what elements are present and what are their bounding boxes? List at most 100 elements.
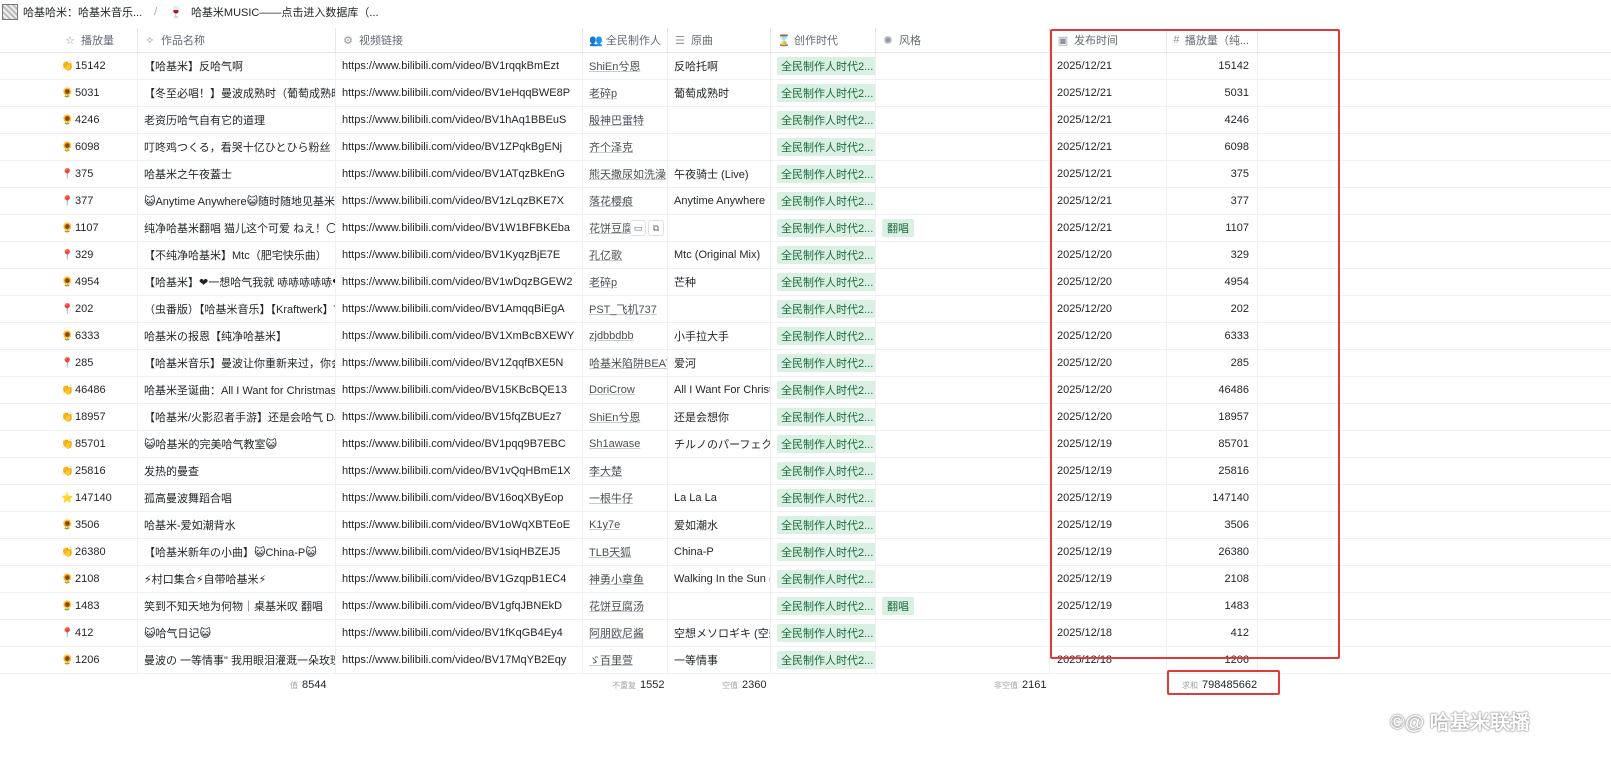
- table-row[interactable]: 👏 15142 【哈基米】反哈气啊 https://www.bilibili.com/…: [0, 53, 1611, 80]
- cell-title[interactable]: 【哈基米音乐】曼波让你重新来过，你会不: [138, 350, 336, 376]
- cell-link[interactable]: https://www.bilibili.com/video/BV1eHqqBW…: [336, 80, 583, 106]
- cell-author[interactable]: 老碎p: [583, 269, 668, 295]
- cell-views[interactable]: 375: [1167, 161, 1258, 187]
- cell-title[interactable]: 【哈基米/火影忍者手游】还是会哈气 DJ版: [138, 404, 336, 430]
- cell-title[interactable]: 😺哈气日记😺: [138, 620, 336, 646]
- column-header-date[interactable]: ▣ 发布时间: [1051, 28, 1167, 52]
- column-header-views[interactable]: # 播放量（纯...: [1167, 28, 1258, 52]
- cell-views[interactable]: 412: [1167, 620, 1258, 646]
- cell-plays[interactable]: 👏 18957: [58, 404, 138, 430]
- cell-date[interactable]: 2025/12/20: [1051, 377, 1167, 403]
- breadcrumb-base[interactable]: 哈基哈米：哈基米音乐...: [23, 4, 142, 20]
- cell-views[interactable]: 18957: [1167, 404, 1258, 430]
- cell-original[interactable]: 反哈托啊: [668, 53, 771, 79]
- table-row[interactable]: 📍 202 （虫番版）【哈基米音乐】【Kraftwerk】T https://www.…: [0, 296, 1611, 323]
- cell-date[interactable]: 2025/12/21: [1051, 107, 1167, 133]
- cell-style[interactable]: [876, 431, 1050, 457]
- cell-author[interactable]: ShiEn兮恩: [583, 53, 668, 79]
- cell-plays[interactable]: 🌻 1206: [58, 647, 138, 673]
- cell-style[interactable]: [876, 296, 1050, 322]
- cell-views[interactable]: 25816: [1167, 458, 1258, 484]
- cell-title[interactable]: 😺哈基米的完美哈气教室😺: [138, 431, 336, 457]
- cell-style[interactable]: [876, 620, 1050, 646]
- cell-views[interactable]: 202: [1167, 296, 1258, 322]
- table-row[interactable]: 👏 18957 【哈基米/火影忍者手游】还是会哈气 DJ版 https://www.b…: [0, 404, 1611, 431]
- cell-link[interactable]: https://www.bilibili.com/video/BV1gfqJBN…: [336, 593, 583, 619]
- cell-link[interactable]: https://www.bilibili.com/video/BV1W1BFBK…: [336, 215, 583, 241]
- cell-link[interactable]: https://www.bilibili.com/video/BV1ZPqkBg…: [336, 134, 583, 160]
- cell-date[interactable]: 2025/12/21: [1051, 53, 1167, 79]
- cell-author[interactable]: 阿朋欧尼酱: [583, 620, 668, 646]
- cell-title[interactable]: ⚡村口集合⚡自带哈基米⚡: [138, 566, 336, 592]
- cell-style[interactable]: [876, 350, 1050, 376]
- column-header-plays[interactable]: ☆ 播放量: [58, 28, 138, 52]
- cell-original[interactable]: All I Want For Christm: [668, 377, 771, 403]
- cell-author[interactable]: TLB天狐: [583, 539, 668, 565]
- cell-plays[interactable]: 🌻 1107: [58, 215, 138, 241]
- column-header-link[interactable]: ⚙ 视频链接: [336, 28, 583, 52]
- cell-plays[interactable]: 🌻 1483: [58, 593, 138, 619]
- cell-plays[interactable]: 👏 26380: [58, 539, 138, 565]
- cell-plays[interactable]: 🌻 4246: [58, 107, 138, 133]
- cell-title[interactable]: 哈基米の报恩【纯净哈基米】: [138, 323, 336, 349]
- table-row[interactable]: 📍 375 哈基米之午夜蓋士 https://www.bilibili.com/vid…: [0, 161, 1611, 188]
- cell-plays[interactable]: 🌻 6098: [58, 134, 138, 160]
- cell-original[interactable]: [668, 593, 771, 619]
- cell-date[interactable]: 2025/12/20: [1051, 350, 1167, 376]
- column-header-style[interactable]: ✺ 风格: [876, 28, 1050, 52]
- cell-link[interactable]: https://www.bilibili.com/video/BV1KyqzBj…: [336, 242, 583, 268]
- comment-icon[interactable]: ▭: [630, 220, 646, 236]
- cell-link[interactable]: https://www.bilibili.com/video/BV1wDqzBG…: [336, 269, 583, 295]
- table-row[interactable]: 📍 329 【不纯净哈基米】Mtc（肥宅快乐曲） https://www.bilibi…: [0, 242, 1611, 269]
- table-row[interactable]: ⭐ 147140 孤高曼波舞蹈合唱 https://www.bilibili.com/…: [0, 485, 1611, 512]
- cell-author[interactable]: ShiEn兮恩: [583, 404, 668, 430]
- cell-era[interactable]: 全民制作人时代2...: [771, 296, 876, 322]
- cell-author[interactable]: 老碎p: [583, 80, 668, 106]
- cell-era[interactable]: 全民制作人时代2...: [771, 404, 876, 430]
- cell-date[interactable]: 2025/12/19: [1051, 458, 1167, 484]
- cell-era[interactable]: 全民制作人时代2...: [771, 539, 876, 565]
- cell-author[interactable]: DoriCrow: [583, 377, 668, 403]
- cell-author[interactable]: 一根牛仔: [583, 485, 668, 511]
- table-row[interactable]: 🌻 3506 哈基米-爱如潮背水 https://www.bilibili.com/v…: [0, 512, 1611, 539]
- cell-original[interactable]: 还是会想你: [668, 404, 771, 430]
- cell-plays[interactable]: 📍 377: [58, 188, 138, 214]
- cell-views[interactable]: 3506: [1167, 512, 1258, 538]
- cell-author[interactable]: 熊天撒尿如洗澡: [583, 161, 668, 187]
- cell-views[interactable]: 4246: [1167, 107, 1258, 133]
- cell-title[interactable]: 纯净哈基米翻唱 猫儿这个可爱 ねえ！〇〇ね: [138, 215, 336, 241]
- breadcrumb-table[interactable]: 哈基米MUSIC——点击进入数据库（...: [191, 4, 379, 20]
- cell-era[interactable]: 全民制作人时代2...: [771, 323, 876, 349]
- cell-era[interactable]: 全民制作人时代2...: [771, 566, 876, 592]
- cell-link[interactable]: https://www.bilibili.com/video/BV17MqYB2…: [336, 647, 583, 673]
- cell-date[interactable]: 2025/12/20: [1051, 269, 1167, 295]
- cell-date[interactable]: 2025/12/18: [1051, 647, 1167, 673]
- cell-era[interactable]: 全民制作人时代2...: [771, 242, 876, 268]
- cell-style[interactable]: [876, 404, 1050, 430]
- cell-title[interactable]: 曼波の 一等情事" 我用眼泪灌溉一朵玫瑰，: [138, 647, 336, 673]
- table-row[interactable]: 👏 25816 发热的曼查 https://www.bilibili.com/vide…: [0, 458, 1611, 485]
- cell-link[interactable]: https://www.bilibili.com/video/BV16oqXBy…: [336, 485, 583, 511]
- cell-author[interactable]: K1y7e: [583, 512, 668, 538]
- cell-title[interactable]: 【哈基米】❤一想哈气我就 哧哧哧哧哧❤: [138, 269, 336, 295]
- cell-title[interactable]: 哈基米-爱如潮背水: [138, 512, 336, 538]
- cell-link[interactable]: https://www.bilibili.com/video/BV15KBcBQ…: [336, 377, 583, 403]
- cell-plays[interactable]: 🌻 3506: [58, 512, 138, 538]
- cell-style[interactable]: [876, 53, 1050, 79]
- cell-plays[interactable]: 📍 202: [58, 296, 138, 322]
- cell-views[interactable]: 2108: [1167, 566, 1258, 592]
- cell-title[interactable]: 😺Anytime Anywhere😺随时随地见基米: [138, 188, 336, 214]
- cell-author[interactable]: ゞ百里萱: [583, 647, 668, 673]
- cell-original[interactable]: [668, 458, 771, 484]
- cell-author[interactable]: 殷神巴雷特: [583, 107, 668, 133]
- summary-plays[interactable]: 值 8544: [290, 679, 326, 691]
- cell-plays[interactable]: ⭐ 147140: [58, 485, 138, 511]
- cell-link[interactable]: https://www.bilibili.com/video/BV1vQqHBm…: [336, 458, 583, 484]
- table-row[interactable]: 🌻 1483 笑到不知天地为何物｜桌基米叹 翻唱 https://www.bilibi…: [0, 593, 1611, 620]
- column-header-title[interactable]: ✧ 作品名称: [138, 28, 336, 52]
- cell-original[interactable]: 葡萄成熟时: [668, 80, 771, 106]
- cell-style[interactable]: [876, 134, 1050, 160]
- cell-date[interactable]: 2025/12/21: [1051, 161, 1167, 187]
- cell-style[interactable]: [876, 647, 1050, 673]
- cell-link[interactable]: https://www.bilibili.com/video/BV1XmBcBX…: [336, 323, 583, 349]
